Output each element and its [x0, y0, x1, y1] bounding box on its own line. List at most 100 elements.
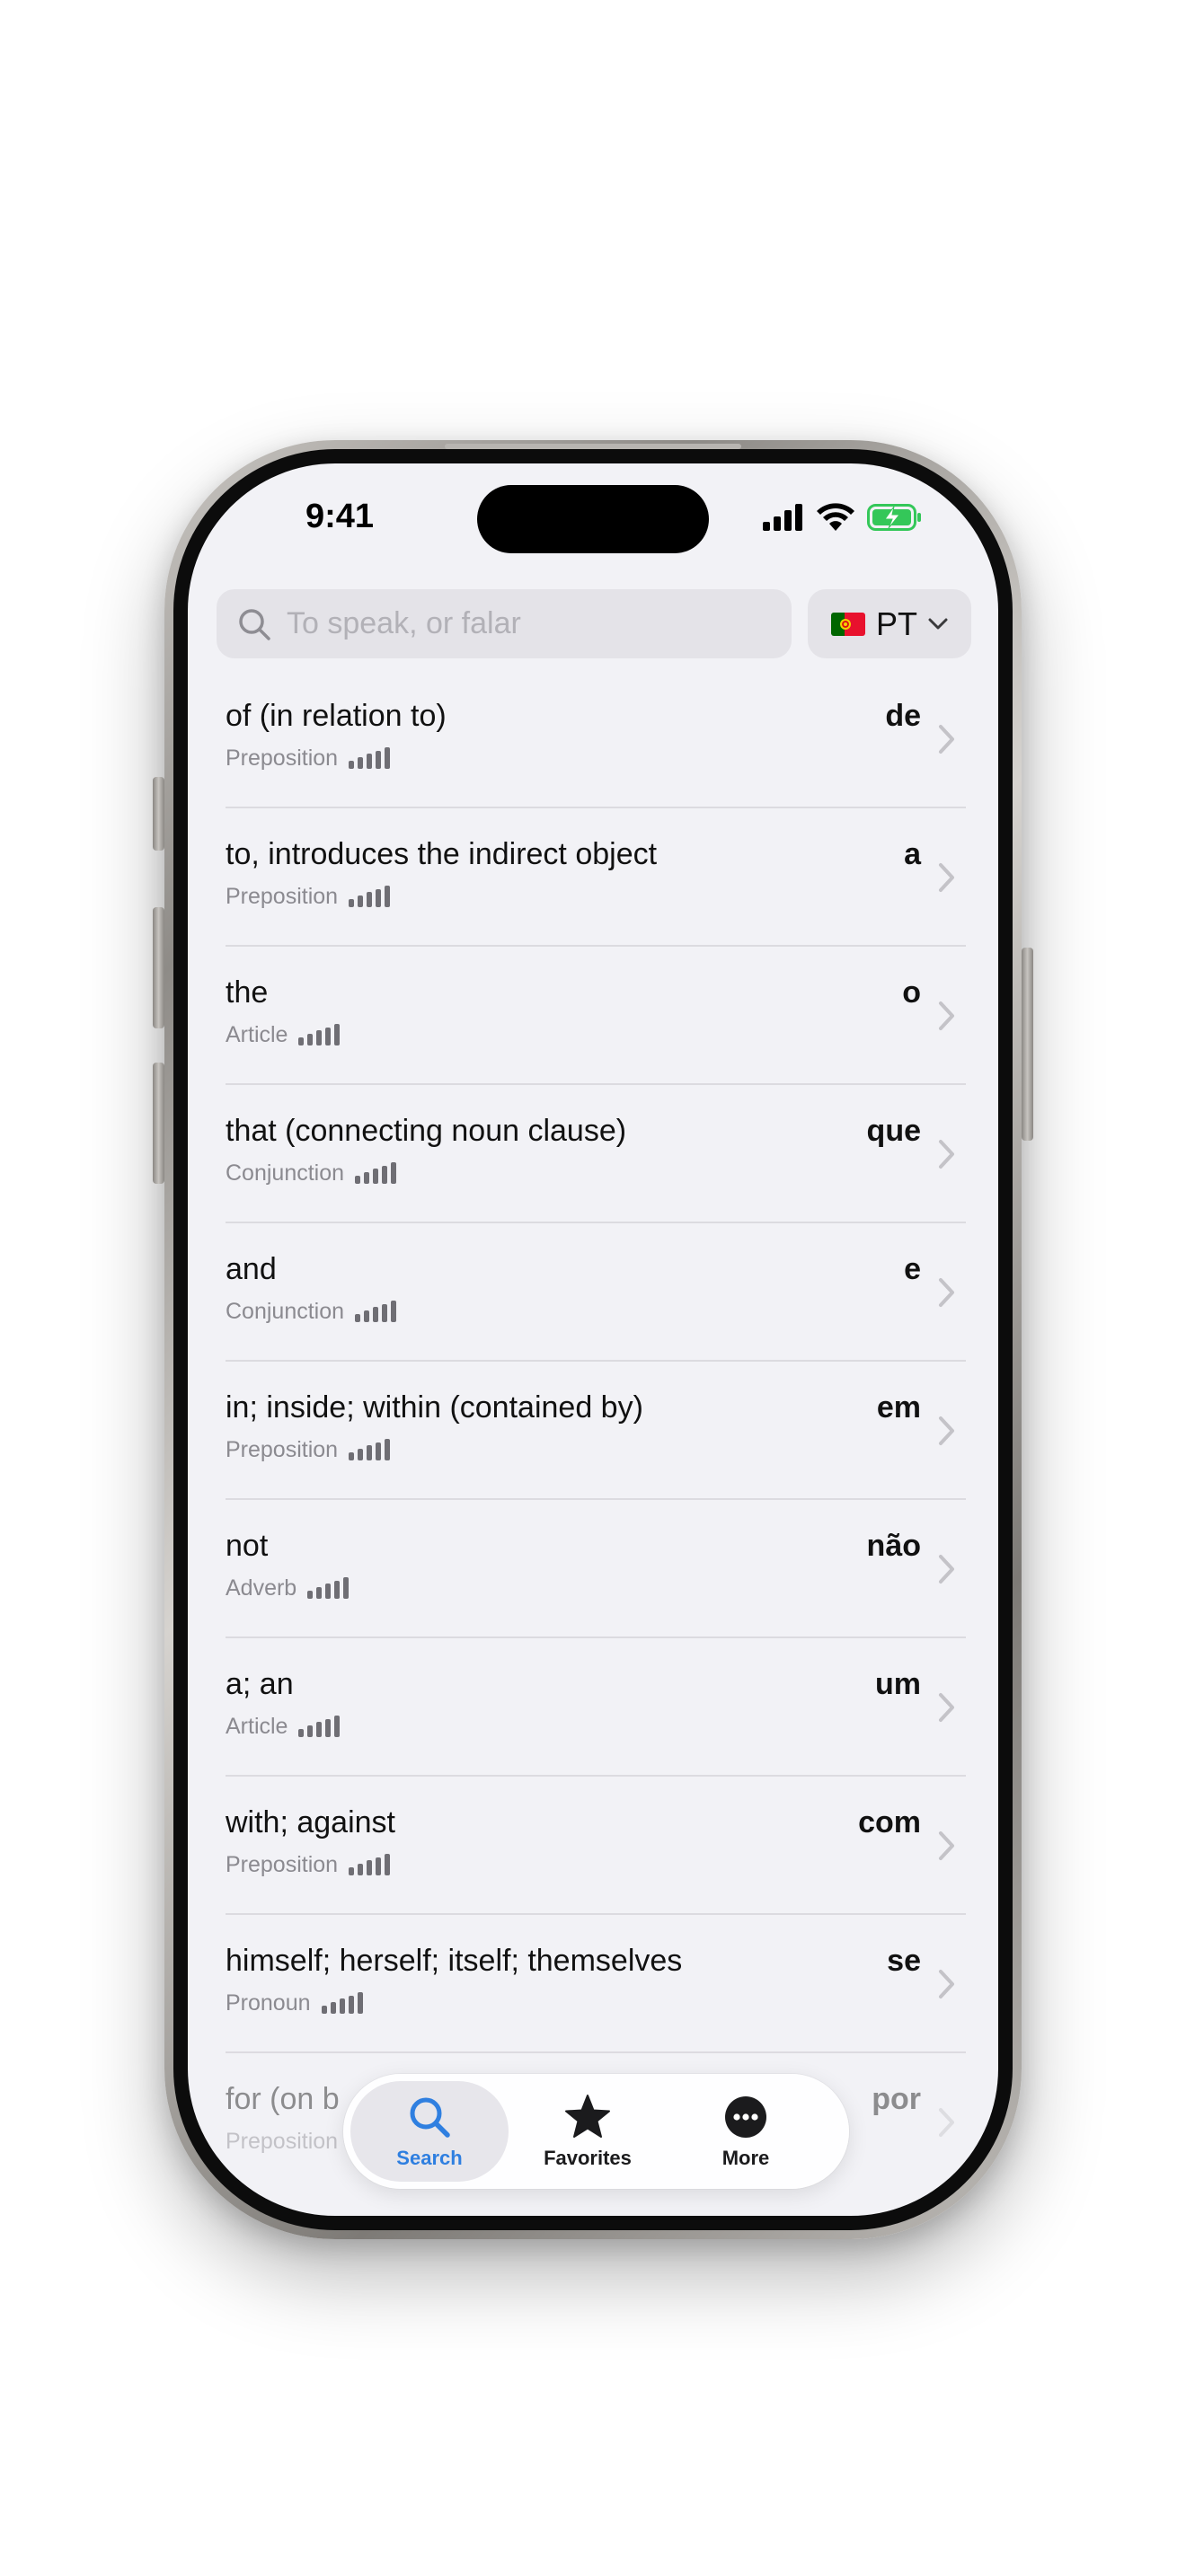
chevron-down-icon — [928, 618, 948, 629]
wifi-icon — [817, 503, 854, 531]
english-meaning: not — [226, 1529, 269, 1563]
tab-label: Search — [396, 2147, 463, 2169]
tab-bar: Search Favorites More — [343, 2074, 849, 2189]
part-of-speech: Adverb — [226, 1575, 297, 1601]
english-meaning: to, introduces the indirect object — [226, 837, 658, 871]
ellipsis-circle-icon — [725, 2096, 766, 2138]
chevron-right-icon — [939, 725, 954, 754]
portuguese-word: a — [904, 837, 921, 871]
part-of-speech: Preposition — [226, 2129, 339, 2154]
list-item[interactable]: a; an Article um — [188, 1638, 998, 1777]
part-of-speech: Article — [226, 1714, 288, 1739]
english-meaning: and — [226, 1252, 277, 1286]
part-of-speech: Conjunction — [226, 1299, 345, 1324]
part-of-speech: Preposition — [226, 745, 339, 771]
chevron-right-icon — [939, 1140, 954, 1169]
portuguese-word: por — [872, 2082, 921, 2116]
tab-favorites[interactable]: Favorites — [509, 2081, 667, 2182]
english-meaning: in; inside; within (contained by) — [226, 1390, 643, 1425]
phone-screen: 9:41 To speak, or falar PT of (in relati… — [188, 463, 998, 2216]
part-of-speech: Preposition — [226, 1437, 339, 1462]
list-item[interactable]: of (in relation to) Preposition de — [188, 670, 998, 808]
language-selector-button[interactable]: PT — [808, 589, 971, 658]
entry-meta: Article — [226, 1714, 341, 1740]
chevron-right-icon — [939, 2108, 954, 2137]
entry-meta: Preposition — [226, 1437, 391, 1463]
language-code: PT — [875, 604, 917, 642]
chevron-right-icon — [939, 1970, 954, 1998]
list-item[interactable]: the Article o — [188, 947, 998, 1085]
volume-down-button — [153, 1063, 164, 1184]
frequency-bars-icon — [349, 1854, 391, 1878]
list-item[interactable]: to, introduces the indirect object Prepo… — [188, 808, 998, 947]
magnifier-icon — [410, 2097, 450, 2138]
portuguese-word: não — [866, 1529, 921, 1563]
chevron-right-icon — [939, 863, 954, 892]
portuguese-word: se — [887, 1944, 921, 1978]
tab-more[interactable]: More — [667, 2081, 825, 2182]
battery-charging-icon — [867, 504, 921, 531]
frequency-bars-icon — [355, 1301, 397, 1325]
frequency-bars-icon — [349, 886, 391, 910]
antenna-line — [445, 444, 741, 449]
list-item[interactable]: himself; herself; itself; themselves Pro… — [188, 1915, 998, 2053]
english-meaning: with; against — [226, 1805, 395, 1839]
english-meaning: of (in relation to) — [226, 699, 447, 733]
portuguese-word: que — [866, 1114, 921, 1148]
search-input[interactable] — [287, 606, 790, 641]
entry-meta: Preposition — [226, 884, 391, 910]
part-of-speech: Article — [226, 1022, 288, 1047]
english-meaning: a; an — [226, 1667, 294, 1701]
part-of-speech: Pronoun — [226, 1990, 311, 2016]
search-field[interactable] — [217, 589, 792, 658]
chevron-right-icon — [939, 1555, 954, 1584]
chevron-right-icon — [939, 1693, 954, 1722]
status-icons — [763, 501, 923, 534]
tab-label: More — [721, 2147, 770, 2169]
portuguese-word: com — [858, 1805, 921, 1839]
frequency-bars-icon — [349, 1439, 391, 1463]
english-meaning: the — [226, 975, 269, 1010]
word-list: of (in relation to) Preposition de to, i… — [188, 670, 998, 2192]
list-item[interactable]: and Conjunction e — [188, 1223, 998, 1362]
portuguese-word: um — [875, 1667, 921, 1701]
tab-label: Favorites — [544, 2147, 632, 2169]
entry-meta: Article — [226, 1022, 341, 1048]
list-item[interactable]: that (connecting noun clause) Conjunctio… — [188, 1085, 998, 1223]
part-of-speech: Preposition — [226, 884, 339, 909]
english-meaning: for (on b — [226, 2082, 340, 2116]
power-button — [1022, 948, 1033, 1141]
entry-meta: Preposition — [226, 2129, 338, 2155]
frequency-bars-icon — [349, 747, 391, 772]
part-of-speech: Preposition — [226, 1852, 339, 1877]
chevron-right-icon — [939, 1278, 954, 1307]
portuguese-word: em — [876, 1390, 921, 1425]
portuguese-word: e — [904, 1252, 921, 1286]
chevron-right-icon — [939, 1831, 954, 1860]
frequency-bars-icon — [298, 1716, 341, 1740]
list-item[interactable]: not Adverb não — [188, 1500, 998, 1638]
list-item[interactable]: with; against Preposition com — [188, 1777, 998, 1915]
portuguese-word: de — [885, 699, 921, 733]
list-item[interactable]: in; inside; within (contained by) Prepos… — [188, 1362, 998, 1500]
english-meaning: himself; herself; itself; themselves — [226, 1944, 683, 1978]
entry-meta: Conjunction — [226, 1299, 397, 1325]
entry-meta: Preposition — [226, 1852, 391, 1878]
part-of-speech: Conjunction — [226, 1160, 345, 1186]
entry-meta: Conjunction — [226, 1160, 397, 1187]
chevron-right-icon — [939, 1416, 954, 1445]
tab-search[interactable]: Search — [350, 2081, 509, 2182]
frequency-bars-icon — [321, 1992, 363, 2016]
search-icon — [239, 608, 270, 640]
cellular-signal-icon — [763, 504, 802, 531]
star-icon — [565, 2095, 610, 2138]
frequency-bars-icon — [355, 1162, 397, 1187]
chevron-right-icon — [939, 1001, 954, 1030]
status-time: 9:41 — [305, 498, 375, 535]
entry-meta: Adverb — [226, 1575, 350, 1601]
entry-meta: Preposition — [226, 745, 391, 772]
volume-up-button — [153, 907, 164, 1028]
action-button — [153, 777, 164, 851]
portuguese-word: o — [902, 975, 921, 1010]
entry-meta: Pronoun — [226, 1990, 363, 2016]
